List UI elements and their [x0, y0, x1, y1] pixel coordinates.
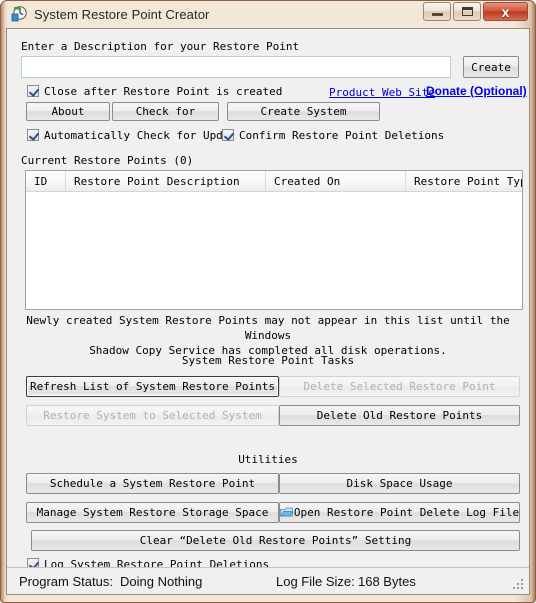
create-system-button[interactable]: Create System: [227, 102, 380, 121]
restore-system-button[interactable]: Restore System to Selected System: [26, 405, 279, 426]
description-label: Enter a Description for your Restore Poi…: [21, 40, 300, 53]
close-icon: x: [501, 3, 510, 20]
close-after-create-checkbox[interactable]: Close after Restore Point is created: [27, 83, 282, 99]
application-window: System Restore Point Creator x Enter a D…: [0, 0, 536, 603]
list-header-row: ID Restore Point Description Created On …: [26, 171, 522, 192]
donate-link[interactable]: Donate (Optional): [426, 84, 527, 98]
delete-old-restore-points-button[interactable]: Delete Old Restore Points: [279, 405, 520, 426]
check-for-updates-button[interactable]: Check for: [112, 102, 219, 121]
status-bar: Program Status: Doing Nothing Log File S…: [7, 567, 529, 594]
column-header-id[interactable]: ID: [26, 171, 66, 191]
manage-storage-space-button[interactable]: Manage System Restore Storage Space: [26, 502, 279, 523]
resize-grip[interactable]: [513, 579, 525, 591]
window-title: System Restore Point Creator: [34, 6, 210, 22]
column-header-description[interactable]: Restore Point Description: [66, 171, 266, 191]
confirm-deletions-label: Confirm Restore Point Deletions: [239, 128, 445, 142]
restore-points-list[interactable]: ID Restore Point Description Created On …: [25, 170, 523, 310]
maximize-icon: [461, 7, 473, 16]
restore-clock-icon: [10, 5, 28, 23]
list-info-line-1: Newly created System Restore Points may …: [26, 314, 510, 342]
column-header-type[interactable]: Restore Point Type: [406, 171, 522, 191]
create-button[interactable]: Create: [463, 56, 519, 78]
program-status-value: Doing Nothing: [120, 573, 203, 589]
minimize-icon: [431, 13, 443, 16]
caption-buttons: x: [423, 2, 528, 21]
column-header-created-on[interactable]: Created On: [266, 171, 406, 191]
schedule-restore-point-button[interactable]: Schedule a System Restore Point: [26, 473, 279, 494]
tasks-heading: System Restore Point Tasks: [181, 354, 355, 367]
close-after-create-label: Close after Restore Point is created: [44, 84, 283, 98]
checkbox-icon: [27, 129, 39, 141]
product-web-site-link[interactable]: Product Web Site: [329, 86, 435, 99]
description-input[interactable]: [21, 56, 451, 78]
auto-check-updates-checkbox[interactable]: Automatically Check for Updates: [27, 127, 223, 143]
refresh-list-button[interactable]: Refresh List of System Restore Points: [26, 376, 279, 397]
delete-selected-restore-point-button[interactable]: Delete Selected Restore Point: [279, 376, 520, 397]
log-file-icon: [280, 507, 294, 519]
minimize-button[interactable]: [423, 2, 451, 21]
maximize-button[interactable]: [453, 2, 481, 21]
checkbox-icon: [27, 85, 39, 97]
utilities-heading: Utilities: [238, 453, 298, 466]
client-area: Enter a Description for your Restore Poi…: [6, 28, 530, 595]
current-restore-points-label: Current Restore Points (0): [21, 154, 194, 167]
list-info-text: Newly created System Restore Points may …: [21, 313, 515, 358]
clear-delete-old-setting-button[interactable]: Clear “Delete Old Restore Points” Settin…: [31, 530, 520, 551]
open-delete-log-label: Open Restore Point Delete Log File: [293, 506, 520, 519]
confirm-deletions-checkbox[interactable]: Confirm Restore Point Deletions: [222, 127, 444, 143]
checkbox-icon: [222, 129, 234, 141]
program-status-label: Program Status:: [19, 573, 113, 589]
auto-check-updates-label: Automatically Check for Updates: [44, 128, 223, 142]
disk-space-usage-button[interactable]: Disk Space Usage: [279, 473, 520, 494]
list-body[interactable]: [26, 192, 522, 309]
about-button[interactable]: About: [26, 102, 110, 121]
close-button[interactable]: x: [483, 2, 528, 21]
title-bar[interactable]: System Restore Point Creator x: [6, 0, 530, 28]
log-file-size-label: Log File Size:: [276, 573, 355, 589]
log-file-size-value: 168 Bytes: [358, 573, 416, 589]
open-delete-log-button[interactable]: Open Restore Point Delete Log File: [279, 502, 520, 523]
